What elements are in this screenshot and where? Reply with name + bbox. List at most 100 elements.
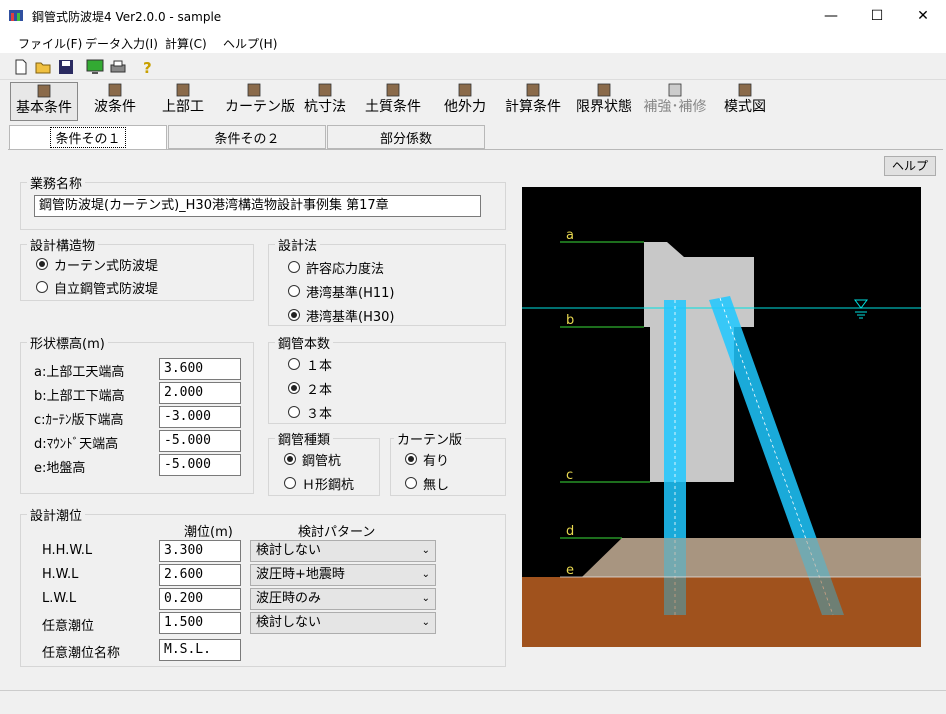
- print-icon[interactable]: [109, 58, 127, 76]
- label-e: e: [566, 563, 574, 578]
- tab-partial-factors[interactable]: 部分係数: [327, 125, 485, 149]
- maximize-button[interactable]: ☐: [854, 0, 900, 31]
- elevation-input-3[interactable]: -5.000: [159, 430, 241, 452]
- tide-label: L.W.L: [42, 591, 77, 606]
- toolbar-button-8[interactable]: 限界状態: [572, 82, 636, 119]
- toolbar-button-5[interactable]: 土質条件: [362, 82, 424, 119]
- curtain-option-label[interactable]: 有り: [423, 450, 449, 469]
- toolbar-button-6[interactable]: 他外力: [440, 82, 490, 119]
- chevron-down-icon: ⌄: [421, 617, 430, 628]
- elevation-label: e:地盤高: [34, 461, 86, 476]
- reinforce-icon: [668, 83, 682, 97]
- pile_count-radio-2[interactable]: [288, 406, 300, 418]
- structure-title: 設計構造物: [27, 235, 99, 254]
- structure-radio-0[interactable]: [36, 258, 48, 270]
- elevation-label: b:上部工下端高: [34, 389, 125, 404]
- pile-size-icon: [318, 83, 332, 97]
- method-option-label[interactable]: 許容応力度法: [306, 258, 384, 277]
- menu-calc[interactable]: 計算(C): [165, 35, 207, 52]
- toolbar-button-9[interactable]: 補強･補修: [640, 82, 710, 119]
- chevron-down-icon: ⌄: [421, 569, 430, 580]
- pile_count-option-label[interactable]: １本: [306, 355, 332, 374]
- minimize-button[interactable]: —: [808, 0, 854, 31]
- calc-monitor-icon[interactable]: [86, 58, 104, 76]
- schematic-icon: [738, 83, 752, 97]
- curtain-radio-0[interactable]: [405, 453, 417, 465]
- structure-option-label[interactable]: 自立鋼管式防波堤: [54, 278, 158, 297]
- elevation-input-4[interactable]: -5.000: [159, 454, 241, 476]
- method-radio-1[interactable]: [288, 285, 300, 297]
- close-button[interactable]: ✕: [900, 0, 946, 31]
- label-a: a: [566, 228, 574, 243]
- project-name-input[interactable]: 鋼管防波堤(カーテン式)_H30港湾構造物設計事例集 第17章: [34, 195, 481, 217]
- label-d: d: [566, 524, 574, 539]
- tab-conditions-1[interactable]: 条件その１: [9, 125, 167, 150]
- tide-level-input-0[interactable]: 3.300: [159, 540, 241, 562]
- tide-pattern-header: 検討パターン: [298, 525, 376, 540]
- tide-label: H.H.W.L: [42, 543, 93, 558]
- pile_type-radio-1[interactable]: [284, 477, 296, 489]
- tide-pattern-select-2[interactable]: 波圧時のみ ⌄: [250, 588, 436, 610]
- tab-conditions-2[interactable]: 条件その２: [168, 125, 326, 149]
- label-b: b: [566, 313, 574, 328]
- method-option-label[interactable]: 港湾基準(H30): [306, 306, 394, 325]
- custom-tide-name-input[interactable]: M.S.L.: [159, 639, 241, 661]
- tide-level-input-2[interactable]: 0.200: [159, 588, 241, 610]
- method-title: 設計法: [275, 235, 321, 254]
- menu-help[interactable]: ヘルプ(H): [223, 35, 277, 52]
- toolbar-button-4[interactable]: 杭寸法: [300, 82, 350, 119]
- toolbar-button-1[interactable]: 波条件: [90, 82, 140, 119]
- pile_type-option-label[interactable]: Ｈ形鋼杭: [302, 474, 354, 493]
- method-radio-2[interactable]: [288, 309, 300, 321]
- tide-title: 設計潮位: [27, 505, 86, 524]
- pile_type-option-label[interactable]: 鋼管杭: [302, 450, 341, 469]
- tide-level-header: 潮位(m): [184, 525, 233, 540]
- method-option-label[interactable]: 港湾基準(H11): [306, 282, 394, 301]
- method-radio-0[interactable]: [288, 261, 300, 273]
- toolbar-button-7[interactable]: 計算条件: [500, 82, 566, 119]
- open-folder-icon[interactable]: [34, 58, 52, 76]
- help-button[interactable]: ヘルプ: [884, 156, 936, 176]
- tide-level-input-1[interactable]: 2.600: [159, 564, 241, 586]
- curtain-title: カーテン版: [394, 429, 466, 448]
- schematic-diagram: a b c d e: [522, 187, 921, 647]
- wave-icon: [108, 83, 122, 97]
- elevation-input-0[interactable]: 3.600: [159, 358, 241, 380]
- curtain-radio-1[interactable]: [405, 477, 417, 489]
- calc-conditions-icon: [526, 83, 540, 97]
- toolbar-button-2[interactable]: 上部工: [160, 82, 206, 119]
- elevation-label: d:ﾏｳﾝﾄﾞ天端高: [34, 437, 119, 452]
- toolbar-button-3[interactable]: カーテン版: [225, 82, 295, 119]
- pile_count-radio-0[interactable]: [288, 358, 300, 370]
- tide-level-input-3[interactable]: 1.500: [159, 612, 241, 634]
- elevation-input-1[interactable]: 2.000: [159, 382, 241, 404]
- curtain-option-label[interactable]: 無し: [423, 474, 449, 493]
- structure-option-label[interactable]: カーテン式防波堤: [54, 255, 158, 274]
- help-question-icon[interactable]: ?: [138, 58, 156, 76]
- app-icon: [9, 10, 23, 21]
- window-title: 鋼管式防波堤4 Ver2.0.0 - sample: [32, 10, 222, 24]
- tide-pattern-select-0[interactable]: 検討しない ⌄: [250, 540, 436, 562]
- menu-data-input[interactable]: データ入力(I): [85, 35, 158, 52]
- save-icon[interactable]: [57, 58, 75, 76]
- tide-pattern-select-3[interactable]: 検討しない ⌄: [250, 612, 436, 634]
- toolbar-button-10[interactable]: 模式図: [720, 82, 770, 119]
- menu-file[interactable]: ファイル(F): [18, 35, 82, 52]
- structure-radio-1[interactable]: [36, 281, 48, 293]
- tide-label: H.W.L: [42, 567, 79, 582]
- tide-label: 任意潮位: [42, 619, 95, 634]
- pile_count-option-label[interactable]: ３本: [306, 403, 332, 422]
- pile_type-radio-0[interactable]: [284, 453, 296, 465]
- external-force-icon: [458, 83, 472, 97]
- status-bar: [0, 690, 946, 714]
- project-title: 業務名称: [27, 173, 86, 192]
- pile-count-title: 鋼管本数: [275, 333, 334, 352]
- pile_count-radio-1[interactable]: [288, 382, 300, 394]
- toolbar-button-0[interactable]: 基本条件: [10, 82, 78, 121]
- new-file-icon[interactable]: [12, 58, 30, 76]
- pile_count-option-label[interactable]: ２本: [306, 379, 332, 398]
- svg-text:?: ?: [143, 59, 152, 76]
- chevron-down-icon: ⌄: [421, 545, 430, 556]
- tide-pattern-select-1[interactable]: 波圧時+地震時 ⌄: [250, 564, 436, 586]
- elevation-input-2[interactable]: -3.000: [159, 406, 241, 428]
